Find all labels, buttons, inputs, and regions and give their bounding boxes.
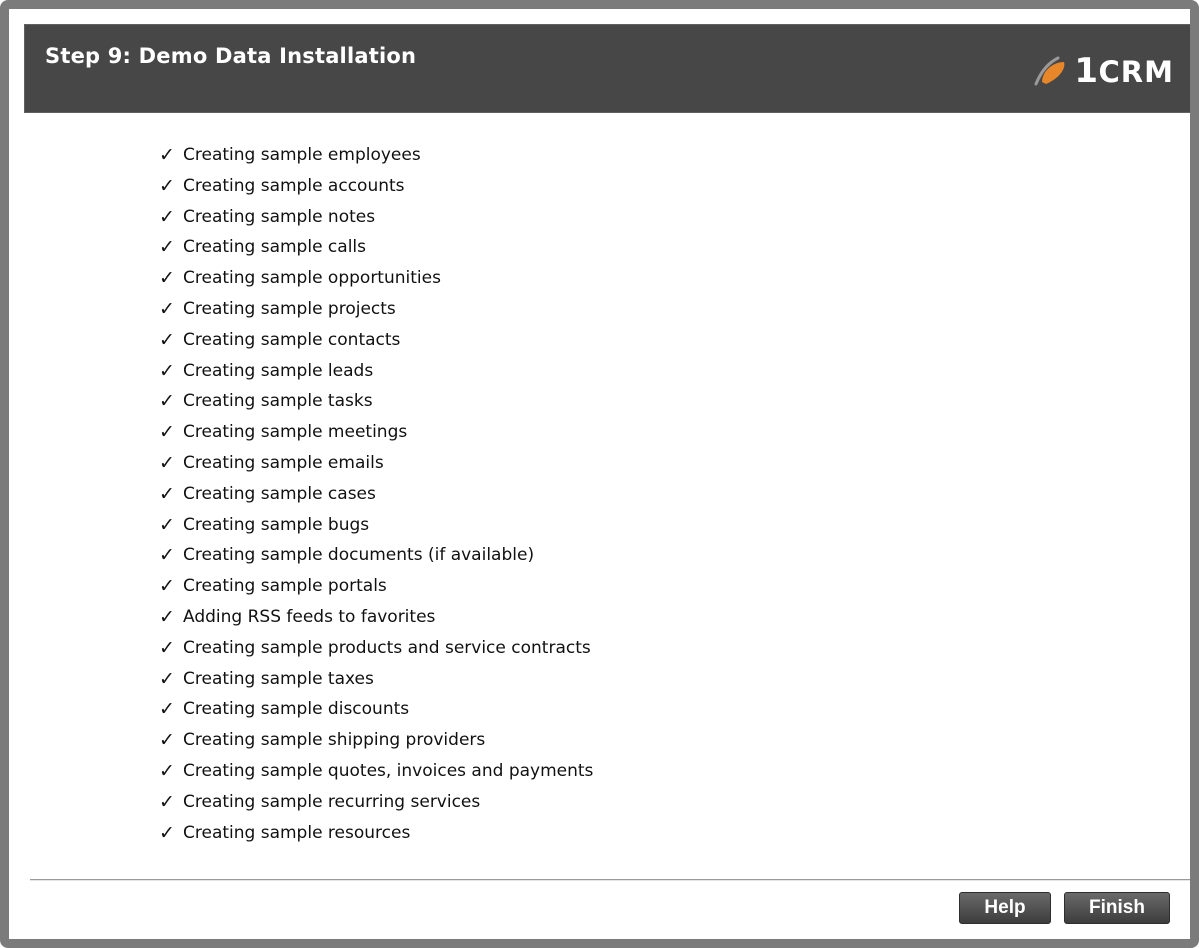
step-label: Creating sample documents (if available) [183, 545, 535, 566]
checkmark-icon: ✓ [159, 790, 175, 813]
step-label: Creating sample bugs [183, 514, 370, 535]
checkmark-icon: ✓ [159, 421, 175, 444]
checkmark-icon: ✓ [159, 513, 175, 536]
step-label: Creating sample leads [183, 360, 374, 381]
checkmark-icon: ✓ [159, 729, 175, 752]
list-item: ✓ Creating sample calls [159, 232, 593, 263]
list-item: ✓ Creating sample cases [159, 479, 593, 510]
brand-logo: 1CRM [1032, 49, 1174, 93]
list-item: ✓ Creating sample emails [159, 448, 593, 479]
step-label: Creating sample discounts [183, 699, 410, 720]
list-item: ✓ Creating sample accounts [159, 171, 593, 202]
list-item: ✓ Creating sample taxes [159, 664, 593, 695]
step-label: Creating sample taxes [183, 668, 374, 689]
step-label: Creating sample meetings [183, 422, 408, 443]
step-label: Creating sample accounts [183, 175, 405, 196]
checkmark-icon: ✓ [159, 390, 175, 413]
checkmark-icon: ✓ [159, 236, 175, 259]
step-label: Creating sample shipping providers [183, 730, 486, 751]
checkmark-icon: ✓ [159, 359, 175, 382]
logo-crm: CRM [1098, 54, 1174, 89]
checkmark-icon: ✓ [159, 759, 175, 782]
step-label: Creating sample contacts [183, 329, 401, 350]
checkmark-icon: ✓ [159, 174, 175, 197]
page-title: Step 9: Demo Data Installation [45, 44, 417, 68]
step-label: Creating sample calls [183, 237, 366, 258]
list-item: ✓ Creating sample recurring services [159, 787, 593, 818]
step-label: Creating sample notes [183, 206, 376, 227]
logo-number: 1 [1074, 50, 1099, 91]
list-item: ✓ Adding RSS feeds to favorites [159, 602, 593, 633]
checkmark-icon: ✓ [159, 698, 175, 721]
step-label: Creating sample cases [183, 483, 376, 504]
checkmark-icon: ✓ [159, 144, 175, 166]
list-item: ✓ Creating sample quotes, invoices and pa… [159, 756, 593, 787]
step-label: Creating sample resources [183, 822, 411, 843]
step-label: Creating sample projects [183, 298, 396, 319]
checkmark-icon: ✓ [159, 544, 175, 567]
step-label: Creating sample tasks [183, 391, 373, 412]
list-item: ✓ Creating sample tasks [159, 386, 593, 417]
checkmark-icon: ✓ [159, 821, 175, 844]
step-label: Creating sample products and service con… [183, 637, 591, 658]
step-label: Creating sample portals [183, 576, 387, 597]
step-label: Creating sample opportunities [183, 268, 441, 289]
checkmark-icon: ✓ [159, 297, 175, 320]
checkmark-icon: ✓ [159, 205, 175, 228]
list-item: ✓ Creating sample opportunities [159, 263, 593, 294]
list-item: ✓ Creating sample discounts [159, 694, 593, 725]
footer-divider [30, 879, 1190, 881]
checkmark-icon: ✓ [159, 267, 175, 290]
list-item: ✓ Creating sample products and service co… [159, 633, 593, 664]
orange-swoosh-icon [1034, 56, 1065, 86]
installation-steps-list: ✓ Creating sample employees ✓ Creating sam… [159, 140, 593, 848]
step-label: Creating sample recurring services [183, 791, 481, 812]
checkmark-icon: ✓ [159, 482, 175, 505]
checkmark-icon: ✓ [159, 451, 175, 474]
list-item: ✓ Creating sample employees [159, 140, 593, 171]
checkmark-icon: ✓ [159, 605, 175, 628]
step-label: Creating sample emails [183, 452, 384, 473]
logo-wordmark: 1CRM [1074, 54, 1174, 89]
list-item: ✓ Creating sample notes [159, 202, 593, 233]
list-item: ✓ Creating sample leads [159, 356, 593, 387]
checkmark-icon: ✓ [159, 636, 175, 659]
list-item: ✓ Creating sample portals [159, 571, 593, 602]
list-item: ✓ Creating sample meetings [159, 417, 593, 448]
finish-button[interactable]: Finish [1064, 892, 1170, 924]
header-bar: Step 9: Demo Data Installation 1CRM [24, 24, 1190, 113]
step-label: Creating sample employees [183, 145, 421, 165]
step-label: Adding RSS feeds to favorites [183, 606, 436, 627]
step-label: Creating sample quotes, invoices and pay… [183, 760, 594, 781]
list-item: ✓ Creating sample contacts [159, 325, 593, 356]
list-item: ✓ Creating sample shipping providers [159, 725, 593, 756]
list-item: ✓ Creating sample documents (if available… [159, 540, 593, 571]
checkmark-icon: ✓ [159, 575, 175, 598]
list-item: ✓ Creating sample resources [159, 818, 593, 849]
list-item: ✓ Creating sample bugs [159, 510, 593, 541]
checkmark-icon: ✓ [159, 667, 175, 690]
list-item: ✓ Creating sample projects [159, 294, 593, 325]
checkmark-icon: ✓ [159, 328, 175, 351]
help-button[interactable]: Help [959, 892, 1051, 924]
